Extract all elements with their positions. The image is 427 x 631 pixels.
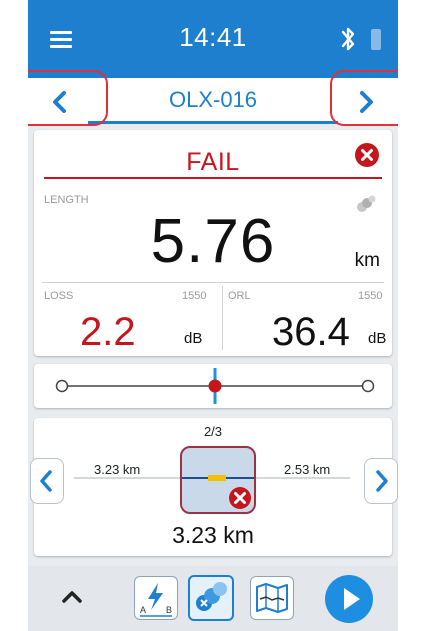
prev-highlight-outline bbox=[28, 70, 108, 126]
orl-wavelength: 1550 bbox=[358, 290, 383, 302]
fail-icon bbox=[355, 143, 379, 167]
position-slider-card bbox=[34, 364, 392, 408]
orl-label: ORL bbox=[228, 290, 251, 302]
orl-unit: dB bbox=[368, 330, 387, 347]
prev-event-button[interactable] bbox=[30, 458, 64, 504]
app-window: 14:41 OLX-016 FAIL LENGTH 5.76 km LOSS 1… bbox=[28, 0, 398, 631]
status-badge: FAIL bbox=[186, 148, 240, 176]
fiber-map-button[interactable] bbox=[250, 576, 294, 620]
result-divider bbox=[42, 282, 384, 283]
slider-start-marker bbox=[55, 379, 69, 393]
length-unit: km bbox=[354, 250, 380, 271]
slider-thumb[interactable] bbox=[208, 379, 222, 393]
bottom-toolbar: A B bbox=[28, 566, 398, 631]
right-distance: 2.53 km bbox=[284, 462, 331, 477]
loss-label: LOSS bbox=[44, 290, 74, 302]
play-button[interactable] bbox=[325, 575, 373, 623]
link-a-b-icon: A B bbox=[140, 583, 172, 617]
slider-end-marker bbox=[361, 379, 375, 393]
event-card: 2/3 3.23 km 2.53 km 3.23 km bbox=[30, 418, 398, 556]
expand-up-icon[interactable] bbox=[60, 586, 84, 606]
event-distance: 3.23 km bbox=[172, 522, 254, 548]
fiber-map-icon bbox=[256, 583, 288, 613]
length-label: LENGTH bbox=[44, 194, 89, 206]
battery-icon bbox=[371, 29, 381, 50]
length-value: 5.76 bbox=[150, 207, 276, 276]
event-counter: 2/3 bbox=[203, 424, 223, 439]
loss-unit: dB bbox=[184, 330, 203, 347]
play-icon bbox=[344, 588, 360, 610]
title-underline bbox=[88, 121, 338, 124]
left-distance: 3.23 km bbox=[94, 462, 141, 477]
link-a-b-button[interactable]: A B bbox=[134, 576, 178, 620]
bluetooth-icon bbox=[341, 27, 355, 51]
svg-text:A: A bbox=[140, 605, 146, 615]
orl-value: 36.4 bbox=[272, 310, 350, 354]
loss-wavelength: 1550 bbox=[182, 290, 207, 302]
connector-check-button[interactable] bbox=[188, 575, 234, 621]
svg-text:B: B bbox=[166, 605, 172, 615]
event-graphic bbox=[182, 475, 254, 509]
result-card: FAIL LENGTH 5.76 km LOSS 1550 2.2 dB ORL… bbox=[34, 130, 392, 356]
chevron-left-icon bbox=[40, 470, 52, 492]
next-highlight-outline bbox=[330, 70, 398, 126]
chevron-right-icon bbox=[376, 470, 388, 492]
next-event-button[interactable] bbox=[364, 458, 398, 504]
position-slider[interactable] bbox=[34, 364, 392, 408]
event-marker bbox=[208, 475, 226, 481]
status-bar: 14:41 bbox=[28, 0, 398, 78]
connector-check-icon bbox=[196, 582, 227, 611]
event-box[interactable] bbox=[180, 446, 256, 514]
loss-orl-divider bbox=[222, 286, 223, 350]
loss-value: 2.2 bbox=[80, 310, 136, 354]
status-divider bbox=[44, 177, 382, 179]
